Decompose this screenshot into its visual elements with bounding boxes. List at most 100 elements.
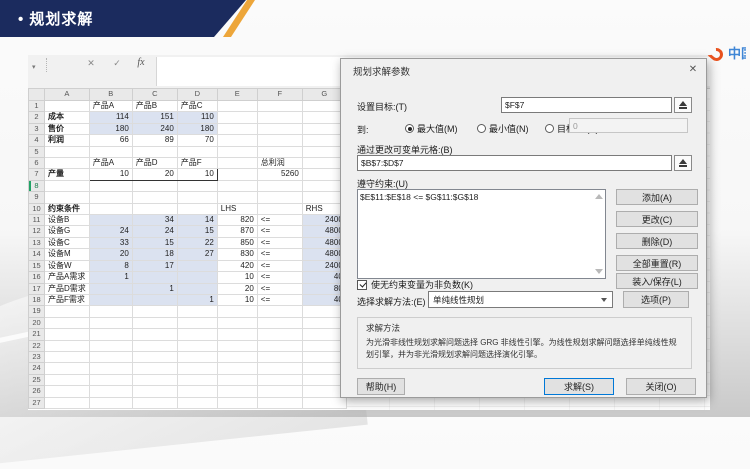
- row-header-26[interactable]: 26: [28, 385, 45, 398]
- row-header-11[interactable]: 11: [28, 214, 45, 227]
- cell-F6[interactable]: 总利润: [256, 157, 303, 170]
- row-header-25[interactable]: 25: [28, 373, 45, 387]
- cell-F27[interactable]: [256, 396, 303, 409]
- cell-C14[interactable]: 18: [131, 248, 178, 261]
- checkbox-checked-icon[interactable]: [357, 280, 367, 290]
- cell-E5[interactable]: [216, 145, 258, 159]
- cell-F5[interactable]: [256, 145, 303, 159]
- cell-G27[interactable]: [301, 396, 347, 409]
- cell-F7[interactable]: 5260: [256, 168, 303, 181]
- row-header-14[interactable]: 14: [28, 248, 45, 261]
- cell-A16[interactable]: 产品A需求: [44, 271, 90, 284]
- cell-F4[interactable]: [256, 134, 303, 147]
- row-header-6[interactable]: 6: [28, 157, 45, 170]
- cell-D14[interactable]: 27: [176, 248, 218, 261]
- row-header-23[interactable]: 23: [28, 350, 45, 364]
- cell-D20[interactable]: [176, 316, 218, 330]
- cell-E3[interactable]: [216, 122, 258, 136]
- row-header-24[interactable]: 24: [28, 362, 45, 375]
- cell-C7[interactable]: 20: [131, 168, 178, 181]
- cell-F9[interactable]: [256, 191, 303, 204]
- cell-A14[interactable]: 设备M: [44, 248, 90, 261]
- cell-A8[interactable]: [44, 179, 90, 193]
- cell-D16[interactable]: [176, 271, 218, 284]
- cell-A12[interactable]: 设备G: [44, 225, 90, 238]
- options-button[interactable]: 选项(P): [623, 291, 689, 308]
- cell-B8[interactable]: [88, 179, 133, 193]
- cell-D10[interactable]: [176, 202, 218, 216]
- cell-E16[interactable]: 10: [216, 271, 258, 284]
- cell-D15[interactable]: [176, 259, 218, 273]
- cell-F14[interactable]: <=: [256, 248, 303, 261]
- cell-F24[interactable]: [256, 362, 303, 375]
- cell-D25[interactable]: [176, 373, 218, 387]
- row-header-18[interactable]: 18: [28, 293, 45, 307]
- cell-A15[interactable]: 设备W: [44, 259, 90, 273]
- cell-F16[interactable]: <=: [256, 271, 303, 284]
- cell-E11[interactable]: 820: [216, 214, 258, 227]
- cell-C6[interactable]: 产品D: [131, 157, 178, 170]
- add-button[interactable]: 添加(A): [616, 189, 698, 205]
- cell-C24[interactable]: [131, 362, 178, 375]
- cell-A1[interactable]: [44, 99, 90, 113]
- col-header-A[interactable]: A: [44, 88, 90, 101]
- cell-A18[interactable]: 产品F需求: [44, 293, 90, 307]
- cell-E14[interactable]: 830: [216, 248, 258, 261]
- cell-A22[interactable]: [44, 339, 90, 352]
- cell-D6[interactable]: 产品F: [176, 157, 218, 170]
- cell-A27[interactable]: [44, 396, 90, 409]
- cell-B24[interactable]: [88, 362, 133, 375]
- row-header-20[interactable]: 20: [28, 316, 45, 330]
- cell-B14[interactable]: 20: [88, 248, 133, 261]
- cell-A7[interactable]: 产量: [44, 168, 90, 181]
- cell-C12[interactable]: 24: [131, 225, 178, 238]
- cell-B2[interactable]: 114: [88, 111, 133, 124]
- row-header-17[interactable]: 17: [28, 282, 45, 295]
- row-header-2[interactable]: 2: [28, 111, 45, 124]
- cancel-icon[interactable]: ✕: [84, 58, 98, 69]
- cell-D21[interactable]: [176, 328, 218, 341]
- cell-E8[interactable]: [216, 179, 258, 193]
- constraints-listbox[interactable]: $E$11:$E$18 <= $G$11:$G$18: [357, 189, 606, 279]
- cell-B3[interactable]: 180: [88, 122, 133, 136]
- row-header-4[interactable]: 4: [28, 134, 45, 147]
- range-picker-icon[interactable]: [674, 97, 692, 113]
- cell-E17[interactable]: 20: [216, 282, 258, 295]
- cell-E21[interactable]: [216, 328, 258, 341]
- cell-C18[interactable]: [131, 293, 178, 307]
- cell-E27[interactable]: [216, 396, 258, 409]
- cell-A25[interactable]: [44, 373, 90, 387]
- nonneg-checkbox[interactable]: 使无约束变量为非负数(K): [357, 278, 473, 291]
- cell-F12[interactable]: <=: [256, 225, 303, 238]
- cell-D17[interactable]: [176, 282, 218, 295]
- cell-E22[interactable]: [216, 339, 258, 352]
- cell-A3[interactable]: 售价: [44, 122, 90, 136]
- cell-C4[interactable]: 89: [131, 134, 178, 147]
- cell-B12[interactable]: 24: [88, 225, 133, 238]
- cell-C11[interactable]: 34: [131, 214, 178, 227]
- cell-A20[interactable]: [44, 316, 90, 330]
- cell-C16[interactable]: [131, 271, 178, 284]
- cell-D8[interactable]: [176, 179, 218, 193]
- cell-B25[interactable]: [88, 373, 133, 387]
- cell-E26[interactable]: [216, 385, 258, 398]
- cell-E12[interactable]: 870: [216, 225, 258, 238]
- cell-F26[interactable]: [256, 385, 303, 398]
- cell-A19[interactable]: [44, 305, 90, 318]
- load-save-button[interactable]: 装入/保存(L): [616, 273, 698, 289]
- method-dropdown[interactable]: 单纯线性规划: [428, 291, 613, 308]
- cell-E10[interactable]: LHS: [216, 202, 258, 216]
- row-header-5[interactable]: 5: [28, 145, 45, 159]
- cell-B26[interactable]: [88, 385, 133, 398]
- cell-B18[interactable]: [88, 293, 133, 307]
- cell-C27[interactable]: [131, 396, 178, 409]
- cell-C25[interactable]: [131, 373, 178, 387]
- col-header-E[interactable]: E: [216, 88, 258, 101]
- radio-max-icon[interactable]: [405, 124, 414, 133]
- cell-D12[interactable]: 15: [176, 225, 218, 238]
- cell-F18[interactable]: <=: [256, 293, 303, 307]
- cell-E15[interactable]: 420: [216, 259, 258, 273]
- cell-B20[interactable]: [88, 316, 133, 330]
- cell-C15[interactable]: 17: [131, 259, 178, 273]
- cell-D7[interactable]: 10: [176, 168, 218, 181]
